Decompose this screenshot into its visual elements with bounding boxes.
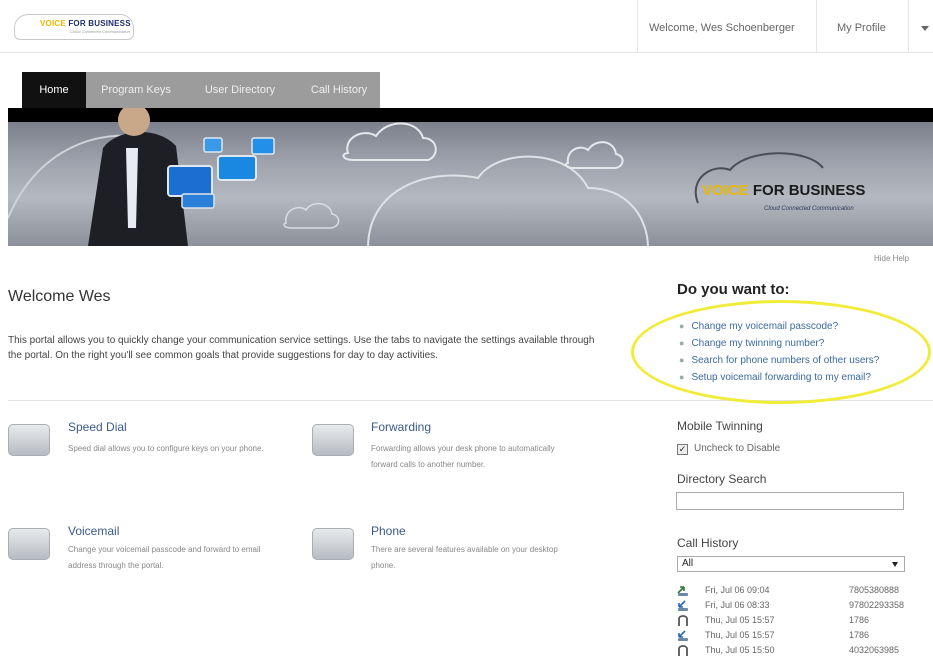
call-date: Thu, Jul 05 15:50	[705, 645, 775, 655]
tab-call-history[interactable]: Call History	[298, 72, 380, 108]
logo-brand-text: FOR BUSINESS	[68, 19, 131, 28]
hide-help-link[interactable]: Hide Help	[874, 254, 909, 263]
call-date: Fri, Jul 06 09:04	[705, 585, 770, 595]
phone-title[interactable]: Phone	[371, 524, 406, 538]
call-date: Fri, Jul 06 08:33	[705, 600, 770, 610]
header-divider	[908, 0, 909, 52]
top-bar: VOICE FOR BUSINESS Cloud Connected Commu…	[0, 0, 933, 53]
brand-logo[interactable]: VOICE FOR BUSINESS Cloud Connected Commu…	[14, 14, 138, 40]
incoming-call-icon	[678, 600, 688, 611]
outgoing-call-icon	[677, 586, 688, 596]
header-divider	[637, 0, 638, 52]
phone-desc: There are several features available on …	[371, 545, 558, 570]
my-profile-link[interactable]: My Profile	[837, 22, 886, 34]
call-date: Thu, Jul 05 15:57	[705, 630, 775, 640]
directory-search-input[interactable]	[676, 492, 904, 510]
tab-program-keys[interactable]: Program Keys	[90, 72, 182, 108]
welcome-user-text: Welcome, Wes Schoenberger	[649, 22, 795, 34]
help-title: Do you want to:	[677, 281, 790, 298]
speed-dial-desc: Speed dial allows you to configure keys …	[68, 444, 264, 453]
logo-wordmark: VOICE FOR BUSINESS	[40, 19, 131, 28]
banner-logo: VOICE FOR BUSINESS	[702, 182, 865, 199]
mobile-twinning-title: Mobile Twinning	[677, 419, 763, 433]
speed-dial-title[interactable]: Speed Dial	[68, 420, 127, 434]
logo-brand-highlight: VOICE	[40, 19, 66, 28]
voicemail-icon[interactable]	[8, 528, 50, 560]
twinning-checkbox-label[interactable]: Uncheck to Disable	[694, 443, 780, 454]
phone-icon[interactable]	[312, 528, 354, 560]
forwarding-icon[interactable]	[312, 424, 354, 456]
banner-illustration	[8, 108, 824, 246]
voicemail-desc: Change your voicemail passcode and forwa…	[68, 545, 261, 570]
directory-search-title: Directory Search	[677, 472, 767, 486]
call-number: 4032063985	[849, 645, 900, 655]
call-number: 1786	[849, 615, 870, 625]
call-number: 97802293358	[849, 600, 905, 610]
page-title: Welcome Wes	[8, 288, 111, 305]
chevron-down-icon	[892, 562, 898, 567]
forwarding-desc: Forwarding allows your desk phone to aut…	[371, 444, 555, 469]
twinning-checkbox[interactable]: ✓	[677, 444, 688, 455]
tab-home[interactable]: Home	[22, 72, 86, 108]
call-date: Thu, Jul 05 15:57	[705, 615, 775, 625]
tab-user-directory[interactable]: User Directory	[194, 72, 286, 108]
call-history-filter-select[interactable]: All	[677, 556, 905, 572]
intro-text: This portal allows you to quickly change…	[8, 335, 595, 361]
banner-brand-text: FOR BUSINESS	[752, 182, 866, 199]
chevron-down-icon[interactable]	[921, 26, 929, 31]
call-history-filter-value: All	[682, 558, 694, 569]
banner-brand-highlight: VOICE	[702, 182, 749, 199]
banner-tagline: Cloud Connected Communication	[764, 206, 854, 212]
header-divider	[816, 0, 817, 52]
hero-banner: VOICE FOR BUSINESS Cloud Connected Commu…	[8, 108, 933, 246]
call-number: 7805380888	[849, 585, 900, 595]
voicemail-title[interactable]: Voicemail	[68, 524, 119, 538]
call-history-title: Call History	[677, 536, 739, 550]
call-number: 1786	[849, 630, 870, 640]
missed-call-icon	[678, 645, 688, 656]
speed-dial-icon[interactable]	[8, 424, 50, 456]
highlight-ellipse	[631, 300, 931, 404]
incoming-call-icon	[678, 630, 688, 641]
missed-call-icon	[678, 615, 688, 626]
logo-tagline: Cloud Connected Communication	[70, 29, 130, 34]
forwarding-title[interactable]: Forwarding	[371, 420, 431, 434]
